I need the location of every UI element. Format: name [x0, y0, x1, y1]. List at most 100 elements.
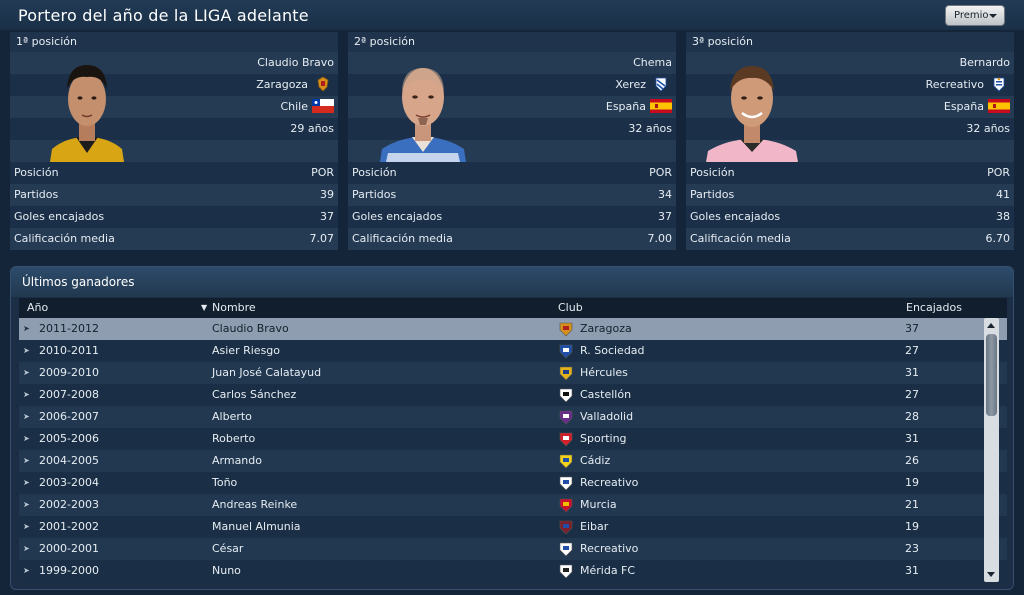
table-row[interactable]: ➤ 1999-2000 Nuno Mérida FC 31: [19, 560, 1007, 582]
cell-club[interactable]: Recreativo: [580, 472, 638, 494]
club-name-text: Xerez: [615, 78, 646, 91]
club-name-text: Recreativo: [925, 78, 984, 91]
stat-label: Goles encajados: [690, 210, 781, 223]
table-row[interactable]: ➤ 2004-2005 Armando Cádiz 26: [19, 450, 1007, 472]
cell-name[interactable]: Andreas Reinke: [212, 494, 297, 516]
cell-club[interactable]: Sporting: [580, 428, 627, 450]
row-arrow-icon: ➤: [23, 456, 30, 465]
castellon-crest-icon: [558, 387, 574, 403]
cell-name[interactable]: Roberto: [212, 428, 255, 450]
award-dropdown-button[interactable]: Premio: [945, 5, 1005, 26]
cell-year: 2001-2002: [39, 520, 99, 533]
table-row[interactable]: ➤ 2003-2004 Toño Recreativo 19: [19, 472, 1007, 494]
row-arrow-icon: ➤: [23, 346, 30, 355]
stat-label: Partidos: [14, 188, 59, 201]
table-header: Año ▼ Nombre Club Encajados: [19, 298, 1007, 318]
spain-flag-icon: [650, 98, 672, 114]
cell-year: 2004-2005: [39, 454, 99, 467]
table-row[interactable]: ➤ 2009-2010 Juan José Calatayud Hércules 31: [19, 362, 1007, 384]
cell-name[interactable]: Toño: [212, 472, 237, 494]
cell-club[interactable]: Cádiz: [580, 450, 610, 472]
stat-row: Posición POR: [348, 162, 676, 184]
stat-value: 34: [658, 188, 672, 201]
column-header-conceded[interactable]: Encajados: [906, 298, 962, 318]
cell-club[interactable]: Valladolid: [580, 406, 633, 428]
zaragoza-crest-icon: [558, 321, 574, 337]
cell-name[interactable]: Carlos Sánchez: [212, 384, 296, 406]
cell-conceded: 19: [905, 520, 919, 533]
scroll-down-icon[interactable]: [987, 572, 995, 577]
cell-club[interactable]: Mérida FC: [580, 560, 635, 582]
murcia-crest-icon: [558, 497, 574, 513]
cell-year: 2000-2001: [39, 542, 99, 555]
stat-row: Goles encajados 38: [686, 206, 1014, 228]
row-arrow-icon: ➤: [23, 434, 30, 443]
cell-name[interactable]: César: [212, 538, 243, 560]
table-row[interactable]: ➤ 2000-2001 César Recreativo 23: [19, 538, 1007, 560]
cell-name[interactable]: Asier Riesgo: [212, 340, 280, 362]
stat-row: Calificación media 7.07: [10, 228, 338, 250]
nationality-text: Chile: [280, 100, 308, 113]
table-row[interactable]: ➤ 2007-2008 Carlos Sánchez Castellón 27: [19, 384, 1007, 406]
chile-flag-icon: [312, 98, 334, 114]
row-arrow-icon: ➤: [23, 522, 30, 531]
cell-conceded: 31: [905, 432, 919, 445]
caret-down-icon: [989, 14, 997, 18]
podium-position-label: 2ª posición: [348, 32, 676, 52]
column-header-club[interactable]: Club: [558, 298, 583, 318]
cell-club[interactable]: Zaragoza: [580, 318, 632, 340]
table-row[interactable]: ➤ 2010-2011 Asier Riesgo R. Sociedad 27: [19, 340, 1007, 362]
table-row[interactable]: ➤ 2005-2006 Roberto Sporting 31: [19, 428, 1007, 450]
cell-year: 1999-2000: [39, 564, 99, 577]
stat-label: Posición: [352, 166, 397, 179]
table-body: ➤ 2011-2012 Claudio Bravo Zaragoza 37 ➤ 2010-2…: [19, 318, 1007, 582]
stat-value: 7.07: [309, 232, 335, 245]
scroll-up-icon[interactable]: [987, 323, 995, 328]
stat-value: POR: [311, 166, 334, 179]
table-row[interactable]: ➤ 2006-2007 Alberto Valladolid 28: [19, 406, 1007, 428]
cell-club[interactable]: Hércules: [580, 362, 628, 384]
table-row[interactable]: ➤ 2011-2012 Claudio Bravo Zaragoza 37: [19, 318, 1007, 340]
cell-year: 2011-2012: [39, 322, 99, 335]
cell-name[interactable]: Nuno: [212, 560, 241, 582]
cell-name[interactable]: Armando: [212, 450, 262, 472]
row-arrow-icon: ➤: [23, 412, 30, 421]
stat-label: Calificación media: [352, 232, 453, 245]
podium-first-place: 1ª posición Claudio Bravo Zaragoza Chile…: [10, 32, 338, 250]
scroll-thumb[interactable]: [986, 334, 997, 416]
table-row[interactable]: ➤ 2002-2003 Andreas Reinke Murcia 21: [19, 494, 1007, 516]
stat-value: 38: [996, 210, 1010, 223]
player-photo: [704, 53, 798, 162]
row-arrow-icon: ➤: [23, 478, 30, 487]
stat-label: Goles encajados: [352, 210, 443, 223]
cell-conceded: 27: [905, 344, 919, 357]
player-name-text: Chema: [633, 56, 672, 69]
row-arrow-icon: ➤: [23, 566, 30, 575]
row-arrow-icon: ➤: [23, 324, 30, 333]
cell-name[interactable]: Claudio Bravo: [212, 318, 289, 340]
cell-club[interactable]: Recreativo: [580, 538, 638, 560]
cell-name[interactable]: Manuel Almunia: [212, 516, 301, 538]
cell-year: 2003-2004: [39, 476, 99, 489]
player-name-text: Bernardo: [959, 56, 1010, 69]
cell-conceded: 28: [905, 410, 919, 423]
sort-descending-icon: ▼: [201, 303, 208, 312]
cell-club[interactable]: Murcia: [580, 494, 617, 516]
cell-year: 2007-2008: [39, 388, 99, 401]
merida-crest-icon: [558, 563, 574, 579]
xerez-crest-icon: [650, 76, 672, 92]
page-title: Portero del año de la LIGA adelante: [18, 6, 309, 25]
cell-conceded: 31: [905, 564, 919, 577]
vertical-scrollbar[interactable]: [984, 318, 999, 582]
cell-name[interactable]: Alberto: [212, 406, 252, 428]
cell-conceded: 31: [905, 366, 919, 379]
cell-name[interactable]: Juan José Calatayud: [212, 362, 321, 384]
cell-club[interactable]: Castellón: [580, 384, 631, 406]
cell-year: 2002-2003: [39, 498, 99, 511]
stat-label: Posición: [690, 166, 735, 179]
cell-club[interactable]: R. Sociedad: [580, 340, 645, 362]
table-row[interactable]: ➤ 2001-2002 Manuel Almunia Eibar 19: [19, 516, 1007, 538]
cell-club[interactable]: Eibar: [580, 516, 608, 538]
column-header-year[interactable]: Año: [27, 298, 48, 318]
column-header-name[interactable]: Nombre: [212, 298, 256, 318]
